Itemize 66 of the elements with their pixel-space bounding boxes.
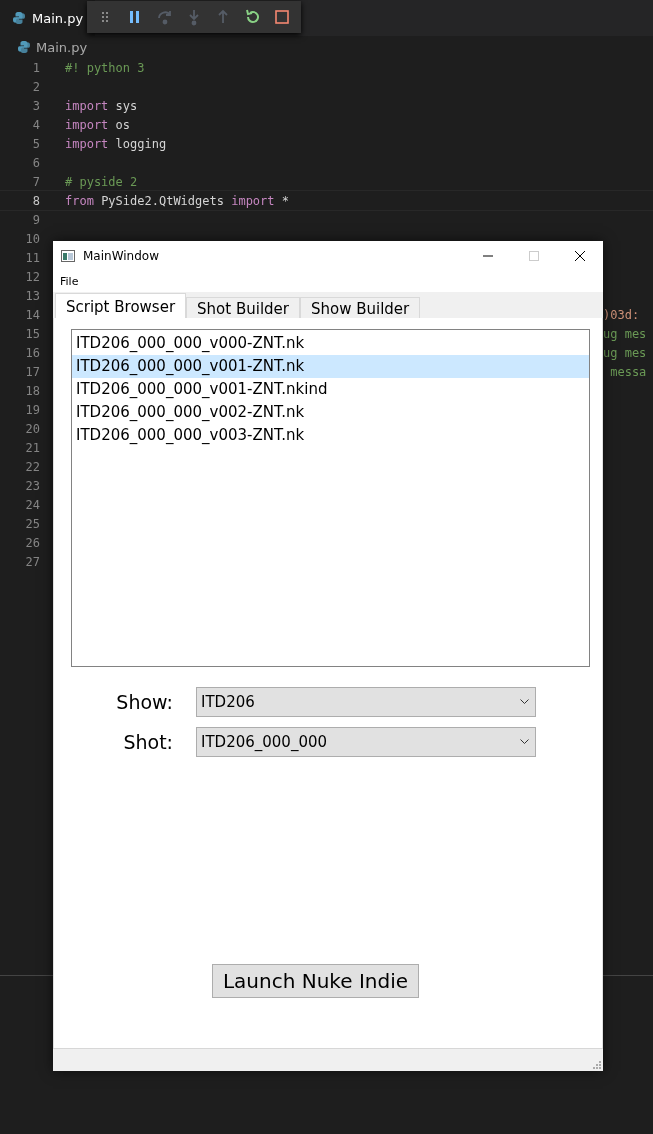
tab[interactable]: Script Browser: [55, 293, 187, 318]
list-item[interactable]: ITD206_000_000_v003-ZNT.nk: [72, 424, 589, 447]
python-icon: [12, 11, 26, 25]
chevron-icon: [520, 699, 529, 705]
stop-icon[interactable]: [275, 10, 290, 24]
line-number: 17: [24, 364, 40, 379]
code-line: ug mes: [603, 326, 647, 341]
dropdown[interactable]: ITD206_000_000: [196, 727, 536, 757]
launch-button[interactable]: Launch Nuke Indie: [211, 964, 420, 998]
line-number: 9: [31, 212, 40, 227]
window-title: MainWindow: [83, 248, 160, 263]
code-line: import logging: [65, 136, 167, 151]
dropdown[interactable]: ITD206: [196, 687, 536, 717]
line-number: 3: [31, 98, 40, 113]
list-item[interactable]: ITD206_000_000_v002-ZNT.nk: [72, 401, 589, 424]
code-line: import os: [65, 117, 131, 132]
line-number: 25: [24, 516, 40, 531]
code-line: from PySide2.QtWidgets import *: [65, 193, 289, 208]
code-line: )03d:: [603, 307, 641, 322]
code-line: ug mes: [603, 345, 647, 360]
code-line: #! python 3: [65, 60, 145, 75]
line-number: 4: [31, 117, 40, 132]
python-icon: [17, 40, 31, 54]
close-icon: [574, 249, 586, 262]
list-item[interactable]: ITD206_000_000_v001-ZNT.nk: [72, 355, 589, 378]
code-line: # pyside 2: [65, 174, 138, 189]
list-item[interactable]: ITD206_000_000_v000-ZNT.nk: [72, 332, 589, 355]
line-number: 12: [24, 269, 40, 284]
line-number: 20: [24, 421, 40, 436]
code-line: messa: [609, 364, 647, 379]
line-number: 19: [24, 402, 40, 417]
line-number: 18: [24, 383, 40, 398]
resize-grip-icon[interactable]: [593, 1061, 601, 1069]
line-number: 14: [24, 307, 40, 322]
tab[interactable]: Shot Builder: [186, 297, 300, 318]
line-number: 24: [24, 497, 40, 512]
line-number: 10: [24, 231, 40, 246]
line-number: 5: [31, 136, 40, 151]
line-number: 21: [24, 440, 40, 455]
drag-handle-icon[interactable]: [101, 12, 108, 22]
line-number: 22: [24, 459, 40, 474]
menu-item[interactable]: File: [60, 274, 79, 288]
line-number: 13: [24, 288, 40, 303]
line-number: 1: [31, 60, 40, 75]
field-label: Shot:: [122, 731, 173, 753]
line-number: 26: [24, 535, 40, 550]
list-item[interactable]: ITD206_000_000_v001-ZNT.nkind: [72, 378, 589, 401]
breadcrumb[interactable]: Main.py: [36, 39, 88, 55]
line-number: 8: [31, 193, 40, 208]
line-number: 11: [24, 250, 40, 265]
field-label: Show:: [115, 691, 173, 713]
line-number: 7: [31, 174, 40, 189]
restart-icon[interactable]: [245, 9, 259, 23]
line-number: 16: [24, 345, 40, 360]
line-number: 2: [31, 79, 40, 94]
pause-icon[interactable]: [130, 11, 140, 23]
line-number: 23: [24, 478, 40, 493]
maximize-icon: [528, 249, 540, 262]
tab[interactable]: Show Builder: [299, 297, 421, 318]
window-icon: [61, 249, 75, 262]
line-number: 27: [24, 554, 40, 569]
editor-tab[interactable]: Main.py: [0, 0, 96, 36]
line-number: 6: [31, 155, 40, 170]
chevron-icon: [520, 739, 529, 745]
code-line: import sys: [65, 98, 138, 113]
line-number: 15: [24, 326, 40, 341]
